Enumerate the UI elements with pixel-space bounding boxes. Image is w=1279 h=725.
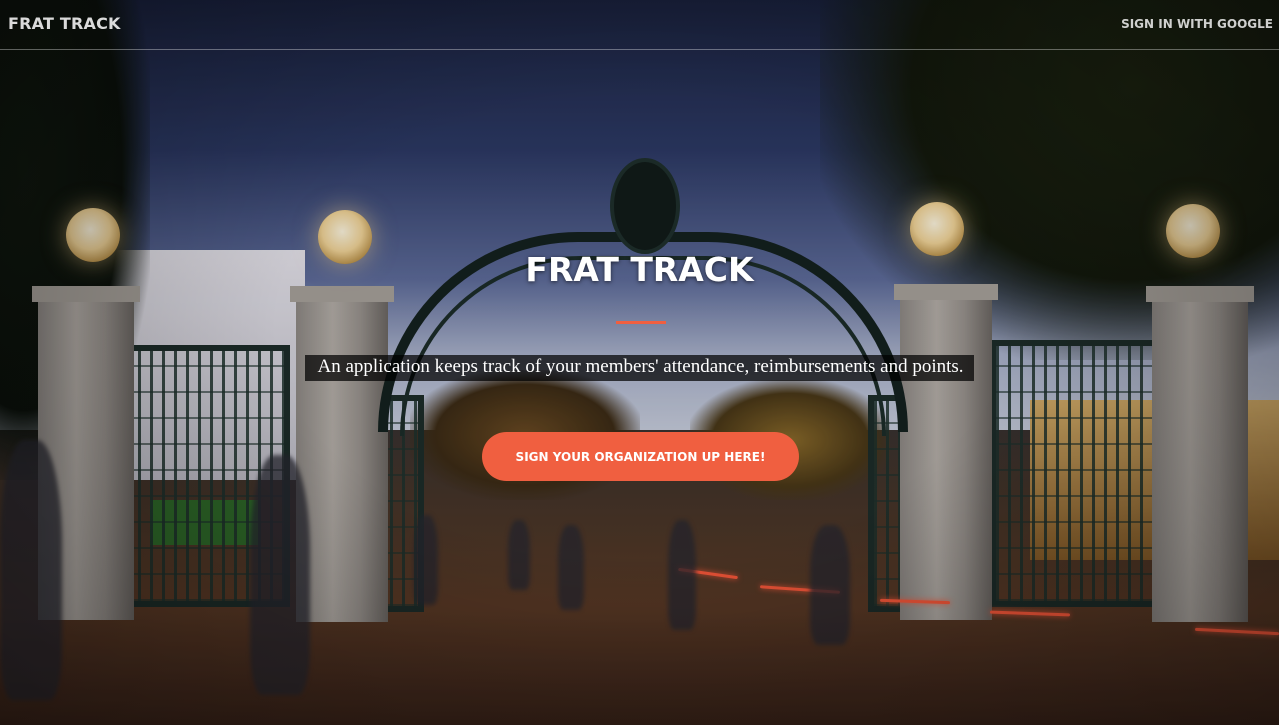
- tagline-container: An application keeps track of your membe…: [0, 355, 1279, 381]
- sign-up-organization-button[interactable]: SIGN YOUR ORGANIZATION UP HERE!: [482, 432, 799, 481]
- landing-page: FRAT TRACK SIGN IN WITH GOOGLE FRAT TRAC…: [0, 0, 1279, 725]
- hero-title: FRAT TRACK: [525, 250, 754, 289]
- top-navbar: FRAT TRACK SIGN IN WITH GOOGLE: [0, 0, 1279, 50]
- hero-tagline: An application keeps track of your membe…: [305, 355, 974, 381]
- sign-in-with-google-link[interactable]: SIGN IN WITH GOOGLE: [1121, 17, 1273, 31]
- brand-link[interactable]: FRAT TRACK: [8, 14, 121, 33]
- title-divider: [616, 321, 666, 324]
